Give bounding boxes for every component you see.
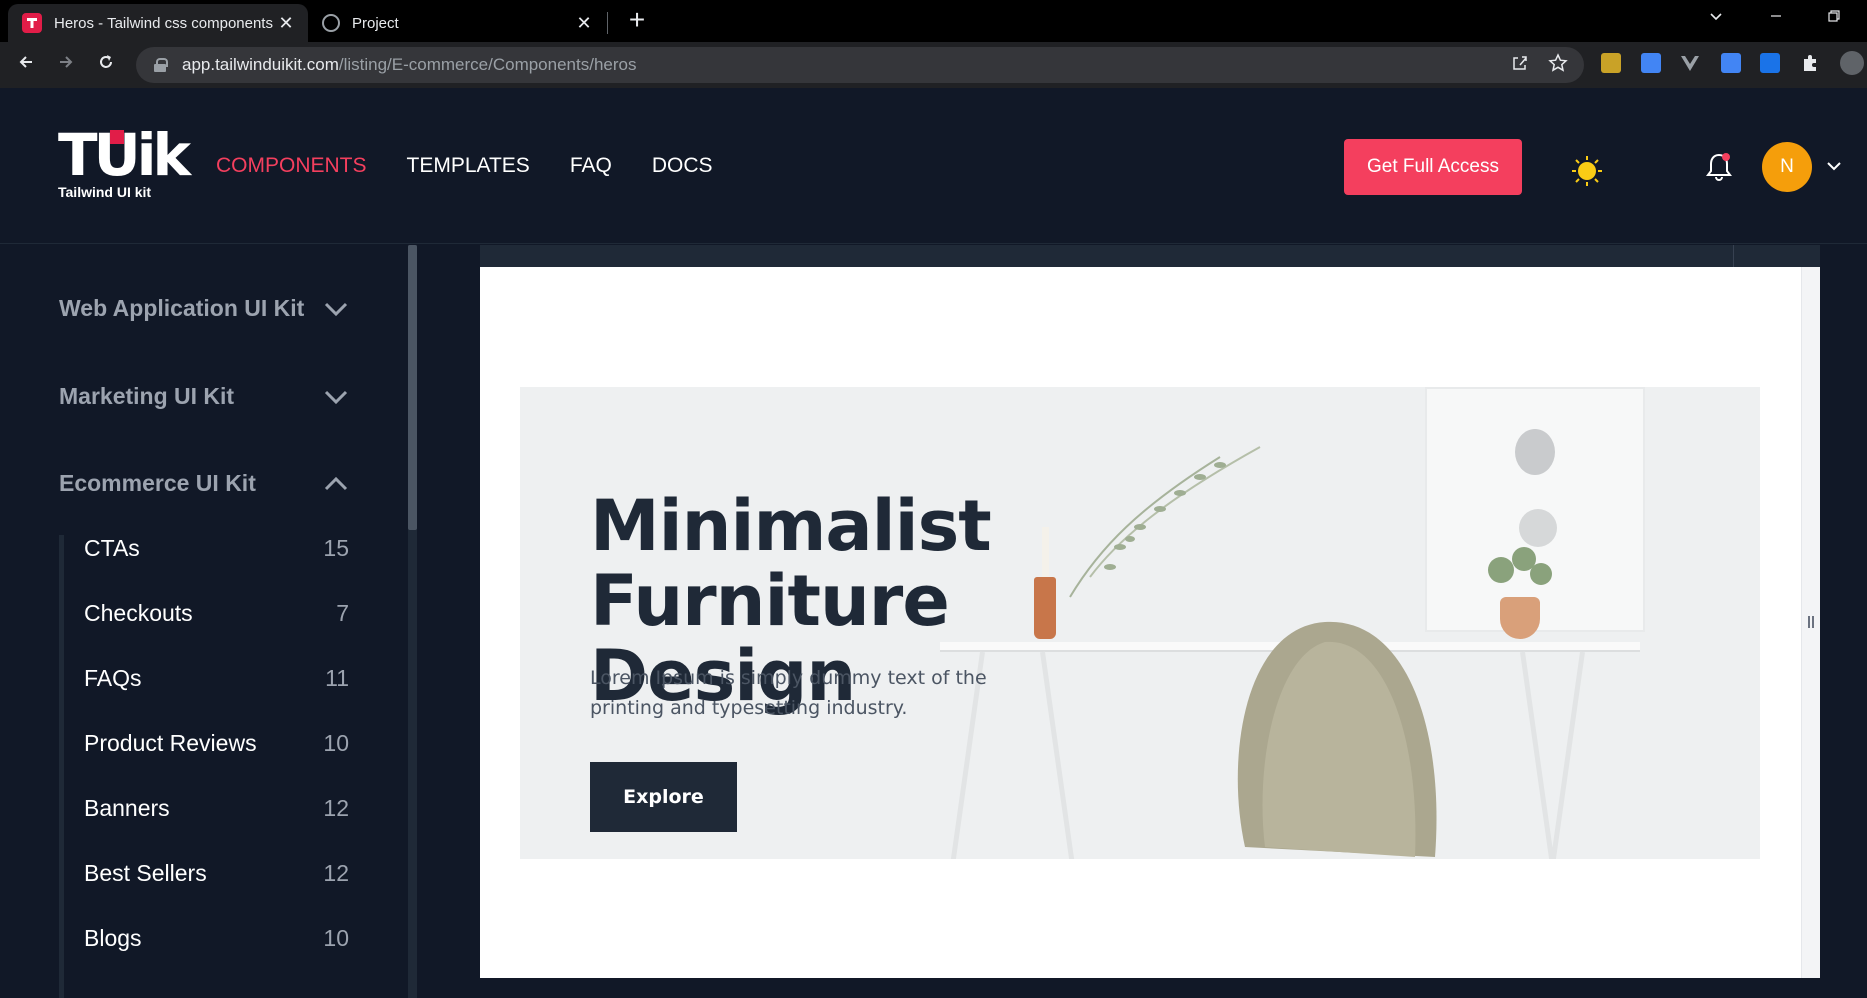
browser-tab-project[interactable]: Project ✕ bbox=[312, 4, 606, 42]
tab-title: Heros - Tailwind css components bbox=[54, 14, 273, 32]
url-host: app.tailwinduikit.com bbox=[182, 55, 339, 74]
sidebar-item-faqs[interactable]: FAQs 11 bbox=[84, 665, 349, 692]
chevron-down-icon bbox=[324, 390, 348, 404]
sidebar-section-web-application[interactable]: Web Application UI Kit bbox=[59, 295, 349, 322]
tab-search-icon[interactable] bbox=[1708, 8, 1724, 29]
chevron-down-icon bbox=[324, 302, 348, 316]
plant-leaf bbox=[1530, 563, 1552, 585]
theme-toggle-sun-icon[interactable] bbox=[1572, 156, 1602, 191]
desk-leg bbox=[1550, 651, 1585, 859]
new-tab-button[interactable]: + bbox=[622, 6, 652, 36]
restore-icon[interactable] bbox=[1826, 8, 1842, 29]
sidebar-scrollbar-thumb[interactable] bbox=[408, 245, 417, 530]
share-icon[interactable] bbox=[1510, 53, 1530, 79]
wall-art-image bbox=[1425, 387, 1645, 632]
sidebar-item-product-reviews[interactable]: Product Reviews 10 bbox=[84, 730, 349, 757]
item-label: CTAs bbox=[84, 535, 140, 561]
plant-pot-image bbox=[1500, 597, 1540, 639]
close-tab-icon[interactable]: ✕ bbox=[572, 13, 596, 34]
item-count: 11 bbox=[325, 665, 349, 691]
forward-icon[interactable] bbox=[52, 51, 80, 79]
hero-description: Lorem Ipsum is simply dummy text of the … bbox=[590, 667, 987, 719]
item-count: 15 bbox=[323, 535, 349, 561]
logo-accent-square bbox=[110, 130, 124, 144]
ecommerce-components-list: CTAs 15 Checkouts 7 FAQs 11 Product Revi… bbox=[59, 535, 349, 998]
section-label: Ecommerce UI Kit bbox=[59, 470, 256, 496]
item-label: Checkouts bbox=[84, 600, 193, 626]
profile-icon[interactable] bbox=[1840, 51, 1864, 75]
sidebar-section-marketing[interactable]: Marketing UI Kit bbox=[59, 383, 349, 410]
sidebar-item-banners[interactable]: Banners 12 bbox=[84, 795, 349, 822]
browser-toolbar: app.tailwinduikit.com /listing/E-commerc… bbox=[0, 42, 1867, 88]
nav-faq[interactable]: FAQ bbox=[570, 154, 612, 178]
notification-bell-icon[interactable] bbox=[1704, 151, 1734, 188]
tuik-favicon-icon bbox=[22, 13, 42, 33]
item-count: 10 bbox=[323, 925, 349, 951]
nav-components[interactable]: COMPONENTS bbox=[216, 154, 367, 178]
art-shape bbox=[1515, 429, 1555, 475]
tuik-logo[interactable]: TUik Tailwind UI kit bbox=[58, 126, 191, 204]
item-label: Product Reviews bbox=[84, 730, 257, 756]
sidebar-item-blogs[interactable]: Blogs 10 bbox=[84, 925, 349, 952]
minimize-icon[interactable] bbox=[1768, 8, 1784, 29]
explore-button[interactable]: Explore bbox=[590, 762, 737, 832]
translate-extension-icon[interactable] bbox=[1721, 53, 1741, 73]
url-path: /listing/E-commerce/Components/heros bbox=[338, 55, 637, 74]
avatar[interactable]: N bbox=[1762, 142, 1812, 192]
item-count: 7 bbox=[336, 600, 349, 626]
browser-tab-bar: Heros - Tailwind css components ✕ Projec… bbox=[0, 0, 1867, 42]
bookmark-star-icon[interactable] bbox=[1548, 53, 1568, 79]
nav-templates[interactable]: TEMPLATES bbox=[407, 154, 530, 178]
desk-leg bbox=[1520, 651, 1555, 859]
tab-title: Project bbox=[352, 14, 399, 32]
item-label: FAQs bbox=[84, 665, 142, 691]
sidebar-item-best-sellers[interactable]: Best Sellers 12 bbox=[84, 860, 349, 887]
get-full-access-button[interactable]: Get Full Access bbox=[1344, 139, 1522, 195]
item-label: Banners bbox=[84, 795, 170, 821]
sidebar-item-ctas[interactable]: CTAs 15 bbox=[84, 535, 349, 562]
reload-icon[interactable] bbox=[92, 51, 120, 79]
hero-banner: Minimalist Furniture Design Lorem Ipsum … bbox=[520, 387, 1760, 859]
lock-icon[interactable] bbox=[154, 58, 168, 72]
tab-separator bbox=[607, 12, 608, 34]
item-count: 10 bbox=[323, 730, 349, 756]
translator-extension-icon[interactable] bbox=[1760, 53, 1780, 73]
close-tab-icon[interactable]: ✕ bbox=[274, 13, 298, 34]
item-label: Blogs bbox=[84, 925, 142, 951]
resize-grip-icon[interactable] bbox=[1808, 616, 1814, 628]
globe-icon bbox=[322, 14, 340, 32]
back-icon[interactable] bbox=[12, 51, 40, 79]
puzzle-extensions-icon[interactable] bbox=[1800, 53, 1820, 73]
chevron-up-icon bbox=[324, 476, 348, 490]
item-count: 12 bbox=[323, 795, 349, 821]
plant-leaf bbox=[1488, 557, 1514, 583]
vue-extension-icon[interactable] bbox=[1680, 53, 1700, 73]
section-label: Web Application UI Kit bbox=[59, 295, 305, 321]
docs-extension-icon[interactable] bbox=[1641, 53, 1661, 73]
main-nav: COMPONENTS TEMPLATES FAQ DOCS bbox=[216, 154, 713, 178]
item-label: Best Sellers bbox=[84, 860, 207, 886]
address-bar[interactable]: app.tailwinduikit.com /listing/E-commerc… bbox=[136, 47, 1584, 83]
sidebar-section-ecommerce[interactable]: Ecommerce UI Kit bbox=[59, 470, 349, 497]
extension-icon[interactable] bbox=[1601, 53, 1621, 73]
section-label: Marketing UI Kit bbox=[59, 383, 235, 409]
chevron-down-icon[interactable] bbox=[1826, 158, 1842, 179]
chair-image bbox=[1237, 621, 1437, 857]
preview-toolbar bbox=[480, 245, 1820, 267]
item-count: 12 bbox=[323, 860, 349, 886]
sidebar: Web Application UI Kit Marketing UI Kit … bbox=[0, 245, 408, 998]
hero-title-line1: Minimalist bbox=[590, 485, 992, 567]
browser-tab-heros[interactable]: Heros - Tailwind css components ✕ bbox=[8, 4, 308, 42]
sidebar-item-checkouts[interactable]: Checkouts 7 bbox=[84, 600, 349, 627]
preview-toolbar-divider bbox=[1733, 245, 1734, 267]
art-shape bbox=[1519, 509, 1557, 547]
nav-docs[interactable]: DOCS bbox=[652, 154, 713, 178]
